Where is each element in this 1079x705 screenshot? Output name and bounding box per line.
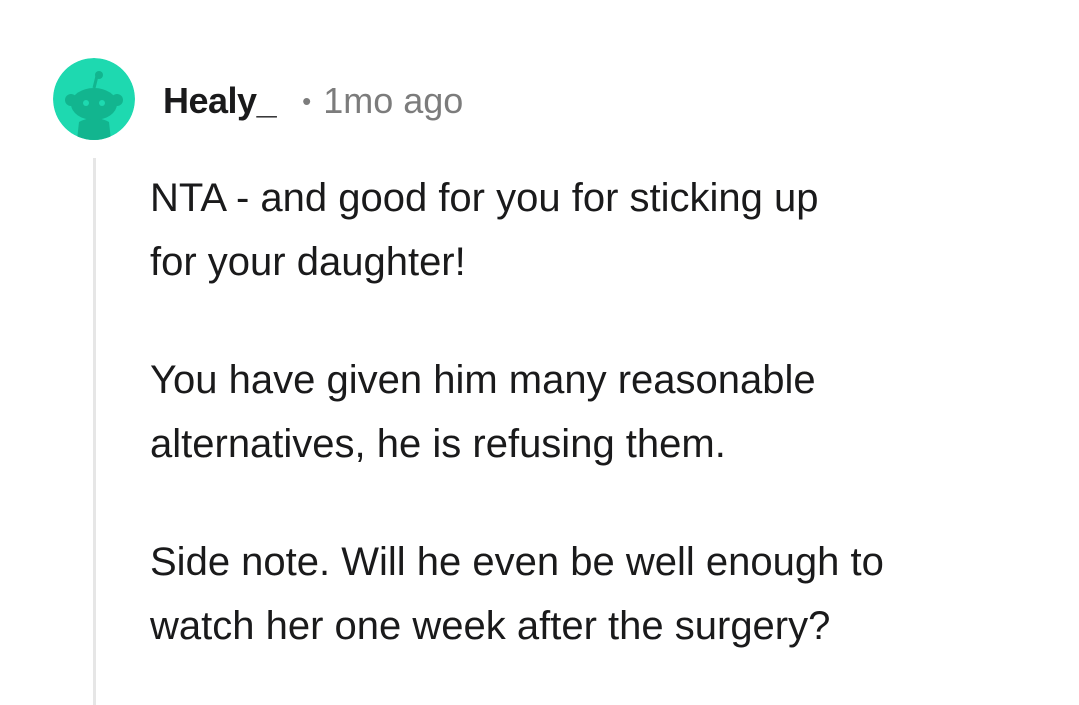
- text-line: watch her one week after the surgery?: [150, 604, 831, 648]
- text-line: Side note. Will he even be well enough t…: [150, 540, 884, 584]
- comment-timestamp[interactable]: 1mo ago: [323, 80, 463, 122]
- comment-body: NTA - and good for you for sticking up f…: [150, 166, 1050, 705]
- comment: Healy_ • 1mo ago NTA - and good for you …: [0, 0, 1079, 705]
- comment-paragraph: NTA - and good for you for sticking up f…: [150, 166, 1050, 294]
- avatar[interactable]: [53, 58, 135, 140]
- thread-collapse-line[interactable]: [93, 158, 96, 705]
- text-line: for your daughter!: [150, 240, 466, 284]
- comment-paragraph: You have given him many reasonable alter…: [150, 348, 1050, 476]
- text-line: alternatives, he is refusing them.: [150, 422, 726, 466]
- comment-header: Healy_ • 1mo ago: [163, 78, 463, 124]
- separator-dot: •: [302, 86, 312, 116]
- comment-paragraph: Side note. Will he even be well enough t…: [150, 530, 1050, 658]
- text-line: NTA - and good for you for sticking up: [150, 176, 819, 220]
- username-link[interactable]: Healy_: [163, 80, 277, 122]
- text-line: You have given him many reasonable: [150, 358, 816, 402]
- snoo-avatar-icon: [53, 58, 135, 140]
